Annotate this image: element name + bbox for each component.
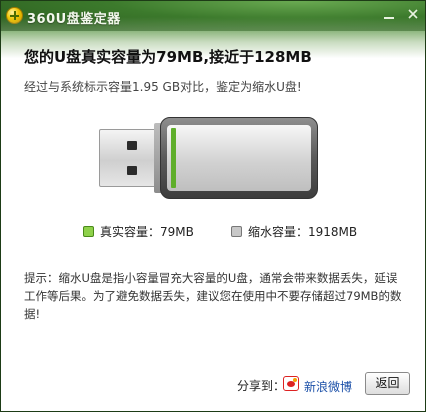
legend-shrink: 缩水容量：1918MB [231, 223, 357, 240]
usb-drive-illustration [99, 117, 323, 201]
close-button[interactable] [403, 5, 423, 23]
close-icon [408, 9, 418, 19]
usb-plug [99, 129, 159, 187]
title-bar[interactable]: 360U盘鉴定器 [1, 1, 425, 31]
capacity-meter [167, 125, 311, 191]
minimize-icon [384, 17, 394, 19]
legend-shrink-label: 缩水容量：1918MB [248, 225, 358, 239]
tip-text: 提示：缩水U盘是指小容量冒充大容量的U盘，通常会带来数据丢失，延误工作等后果。为… [24, 271, 402, 321]
dialog-window: 360U盘鉴定器 您的U盘真实容量为79MB,接近于128MB 经过与系统标示容… [0, 0, 426, 412]
back-button[interactable]: 返回 [365, 372, 410, 395]
usb-body [160, 117, 318, 199]
window-title: 360U盘鉴定器 [27, 12, 121, 27]
legend-real-label: 真实容量：79MB [100, 225, 194, 239]
minimize-button[interactable] [379, 5, 399, 23]
legend-real: 真实容量：79MB [83, 223, 194, 240]
shrink-swatch [231, 226, 242, 237]
share-label: 分享到： [237, 379, 286, 393]
360-logo-icon [6, 7, 23, 24]
result-headline: 您的U盘真实容量为79MB,接近于128MB [24, 48, 312, 66]
share-weibo-link[interactable]: 新浪微博 [304, 378, 352, 395]
real-swatch [83, 226, 94, 237]
weibo-icon[interactable] [283, 376, 299, 391]
real-capacity-fill [171, 128, 176, 188]
result-subline: 经过与系统标示容量1.95 GB对比，鉴定为缩水U盘! [24, 80, 302, 94]
